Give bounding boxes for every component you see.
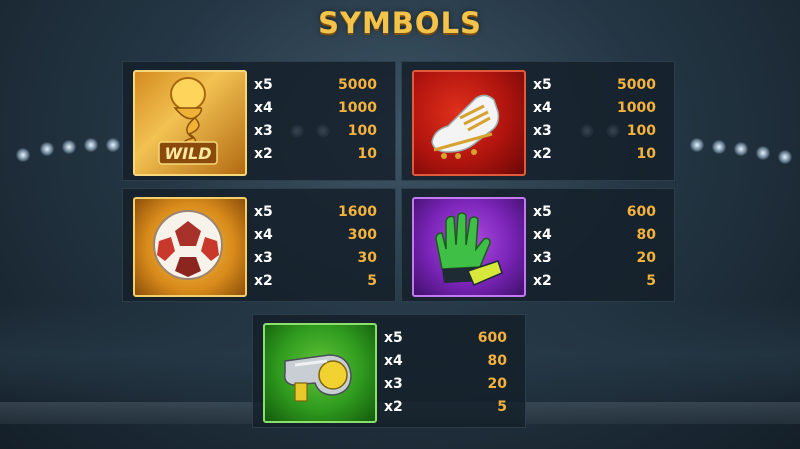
symbol-panel-wild: WILD x5 x4 x3 x2 5000 1000 100 10: [122, 61, 396, 181]
payout-value: 80: [636, 227, 656, 243]
payout-value: 1600: [338, 204, 377, 220]
payout-value: 10: [357, 146, 377, 162]
multiplier: x2: [533, 273, 552, 289]
ball-icon: [133, 197, 247, 297]
symbol-panel-boot: x5 x4 x3 x2 5000 1000 100 10: [401, 61, 675, 181]
multiplier: x2: [254, 146, 273, 162]
multiplier: x4: [533, 227, 552, 243]
multiplier: x3: [384, 376, 403, 392]
whistle-icon: [263, 323, 377, 423]
payout-value: 100: [626, 123, 656, 139]
glove-icon: [412, 197, 526, 297]
multiplier: x4: [254, 100, 273, 116]
multiplier: x5: [254, 77, 273, 93]
multiplier: x2: [533, 146, 552, 162]
trophy-icon: WILD: [133, 70, 247, 176]
symbol-panel-gloves: x5 x4 x3 x2 600 80 20 5: [401, 188, 675, 302]
multiplier: x2: [254, 273, 273, 289]
payout-value: 100: [347, 123, 377, 139]
multiplier: x3: [254, 123, 273, 139]
page-title: SYMBOLS: [318, 6, 482, 40]
stadium-lights: [0, 120, 800, 170]
payout-value: 600: [477, 330, 507, 346]
multiplier: x2: [384, 399, 403, 415]
multiplier: x4: [533, 100, 552, 116]
payout-value: 5000: [617, 77, 656, 93]
multiplier: x5: [254, 204, 273, 220]
symbol-panel-whistle: x5 x4 x3 x2 600 80 20 5: [252, 314, 526, 428]
multiplier: x3: [533, 123, 552, 139]
wild-label: WILD: [164, 144, 211, 163]
multiplier: x5: [533, 204, 552, 220]
payout-value: 1000: [338, 100, 377, 116]
payout-value: 10: [636, 146, 656, 162]
payout-value: 5: [367, 273, 377, 289]
multiplier: x5: [384, 330, 403, 346]
payout-value: 20: [487, 376, 507, 392]
multiplier: x3: [533, 250, 552, 266]
boot-icon: [412, 70, 526, 176]
payout-value: 20: [636, 250, 656, 266]
multiplier: x4: [384, 353, 403, 369]
symbol-panel-ball: x5 x4 x3 x2 1600 300 30 5: [122, 188, 396, 302]
payout-value: 5000: [338, 77, 377, 93]
payout-value: 300: [347, 227, 377, 243]
multiplier: x3: [254, 250, 273, 266]
multiplier: x4: [254, 227, 273, 243]
multiplier: x5: [533, 77, 552, 93]
payout-value: 5: [646, 273, 656, 289]
payout-value: 1000: [617, 100, 656, 116]
payout-value: 80: [487, 353, 507, 369]
payout-value: 30: [357, 250, 377, 266]
payout-value: 5: [497, 399, 507, 415]
payout-value: 600: [626, 204, 656, 220]
